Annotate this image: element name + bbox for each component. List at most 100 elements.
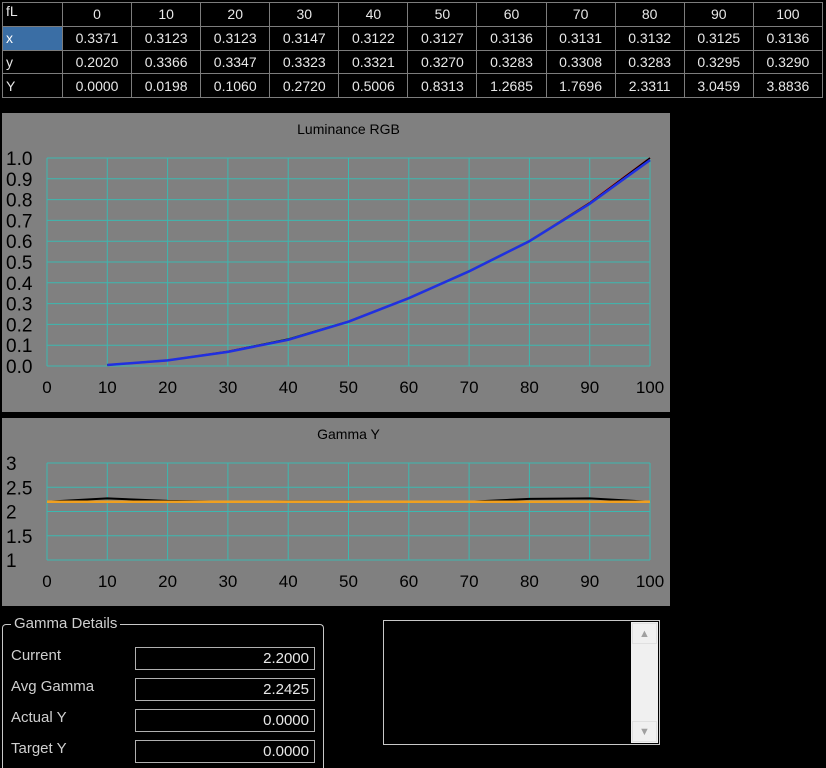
column-header: 100: [752, 2, 824, 27]
table-cell[interactable]: 3.0459: [683, 73, 754, 98]
x-tick-label: 40: [279, 572, 298, 591]
table-cell[interactable]: 0.0000: [61, 73, 133, 98]
table-cell[interactable]: 0.3290: [752, 49, 824, 75]
x-tick-label: 50: [339, 572, 358, 591]
table-cell[interactable]: 0.3123: [131, 25, 202, 51]
gamma-chart: Gamma Y11.522.530 10 20 30 40 50 60 70 80 90 100: [6, 426, 664, 591]
y-tick-label: 1.0: [6, 149, 32, 170]
x-tick-label: 60: [399, 572, 418, 591]
table-cell[interactable]: 1.7696: [545, 73, 616, 98]
x-tick-label: 80: [520, 378, 539, 397]
table-cell[interactable]: 0.3371: [61, 25, 133, 51]
column-header: 10: [131, 2, 202, 27]
column-header: 20: [200, 2, 271, 27]
y-tick-label: 3: [6, 454, 17, 475]
scroll-down-icon[interactable]: ▼: [632, 721, 657, 742]
y-tick-label: 0.8: [6, 191, 32, 212]
x-tick-label: 40: [279, 378, 298, 397]
table-cell[interactable]: 2.3311: [614, 73, 685, 98]
x-tick-label: 70: [460, 572, 479, 591]
y-tick-label: 0.6: [6, 232, 32, 253]
table-cell[interactable]: 0.5006: [338, 73, 409, 98]
table-cell[interactable]: 0.3347: [200, 49, 271, 75]
column-header: 0: [61, 2, 133, 27]
y-tick-label: 0.2: [6, 315, 32, 336]
y-tick-label: 2: [6, 503, 17, 524]
table-header-row: fL 0 10 20 30 40 50 60 70 80 90 100: [2, 2, 824, 27]
x-tick-label: 30: [218, 572, 237, 591]
current-gamma-label: Current: [11, 647, 62, 664]
log-textbox[interactable]: ▲ ▼: [383, 620, 660, 745]
avg-gamma-field[interactable]: 2.2425: [135, 678, 315, 701]
table-cell[interactable]: 0.3123: [200, 25, 271, 51]
y-tick-label: 1.5: [6, 527, 32, 548]
table-cell[interactable]: 0.2020: [61, 49, 133, 75]
table-cell[interactable]: 0.3308: [545, 49, 616, 75]
scroll-up-icon[interactable]: ▲: [632, 623, 657, 644]
y-tick-label: 1: [6, 551, 17, 572]
table-cell[interactable]: 0.0198: [131, 73, 202, 98]
table-cell[interactable]: 0.2720: [269, 73, 340, 98]
x-tick-label: 90: [580, 572, 599, 591]
x-tick-label: 10: [98, 378, 117, 397]
column-header: 80: [614, 2, 685, 27]
x-tick-label: 20: [158, 378, 177, 397]
y-tick-label: 0.1: [6, 336, 32, 357]
table-cell[interactable]: 0.1060: [200, 73, 271, 98]
actual-y-field[interactable]: 0.0000: [135, 709, 315, 732]
table-cell[interactable]: 0.3122: [338, 25, 409, 51]
table-cell[interactable]: 0.3132: [614, 25, 685, 51]
target-y-field[interactable]: 0.0000: [135, 740, 315, 763]
column-header: 90: [683, 2, 754, 27]
column-header: 60: [476, 2, 547, 27]
table-cell[interactable]: 0.3127: [407, 25, 478, 51]
table-cell[interactable]: 0.3283: [614, 49, 685, 75]
actual-y-label: Actual Y: [11, 709, 67, 726]
series-line: [107, 157, 651, 366]
x-tick-label: 90: [580, 378, 599, 397]
table-cell[interactable]: 0.3147: [269, 25, 340, 51]
row-header-y[interactable]: y: [2, 49, 63, 75]
luminance-chart: Luminance RGB 0.00.10.20.30.40.50.60.70.8…: [6, 121, 664, 397]
table-cell[interactable]: 0.3136: [476, 25, 547, 51]
table-cell[interactable]: 0.3131: [545, 25, 616, 51]
table-row[interactable]: y 0.2020 0.3366 0.3347 0.3323 0.3321 0.3…: [2, 49, 824, 75]
table-cell[interactable]: 0.3270: [407, 49, 478, 75]
column-header: 40: [338, 2, 409, 27]
column-header: 70: [545, 2, 616, 27]
x-tick-label: 20: [158, 572, 177, 591]
table-cell[interactable]: 3.8836: [752, 73, 824, 98]
y-tick-label: 0.5: [6, 253, 32, 274]
table-cell[interactable]: 0.3366: [131, 49, 202, 75]
y-tick-label: 0.9: [6, 170, 32, 191]
x-tick-label: 100: [636, 378, 664, 397]
avg-gamma-label: Avg Gamma: [11, 678, 95, 695]
log-scrollbar[interactable]: ▲ ▼: [631, 622, 658, 743]
table-row[interactable]: Y 0.0000 0.0198 0.1060 0.2720 0.5006 0.8…: [2, 73, 824, 98]
table-cell[interactable]: 0.3295: [683, 49, 754, 75]
x-tick-label: 70: [460, 378, 479, 397]
table-cell[interactable]: 0.3321: [338, 49, 409, 75]
table-cell[interactable]: 0.8313: [407, 73, 478, 98]
column-header: 30: [269, 2, 340, 27]
y-tick-label: 0.3: [6, 295, 32, 316]
target-y-label: Target Y: [11, 740, 67, 757]
row-header-x[interactable]: x: [2, 25, 63, 51]
chart-title: Luminance RGB: [297, 121, 400, 137]
table-cell[interactable]: 0.3323: [269, 49, 340, 75]
table-cell[interactable]: 1.2685: [476, 73, 547, 98]
table-cell[interactable]: 0.3136: [752, 25, 824, 51]
current-gamma-field[interactable]: 2.2000: [135, 647, 315, 670]
y-tick-label: 0.7: [6, 211, 32, 232]
table-row[interactable]: x 0.3371 0.3123 0.3123 0.3147 0.3122 0.3…: [2, 25, 824, 51]
x-tick-label: 0: [42, 572, 51, 591]
x-tick-label: 80: [520, 572, 539, 591]
row-header-Y[interactable]: Y: [2, 73, 63, 98]
table-cell[interactable]: 0.3125: [683, 25, 754, 51]
y-tick-label: 0.4: [6, 274, 33, 295]
x-tick-label: 60: [399, 378, 418, 397]
measurement-table: fL 0 10 20 30 40 50 60 70 80 90 100 x 0.…: [2, 2, 824, 98]
series-line: [107, 157, 651, 366]
x-tick-label: 10: [98, 572, 117, 591]
table-cell[interactable]: 0.3283: [476, 49, 547, 75]
